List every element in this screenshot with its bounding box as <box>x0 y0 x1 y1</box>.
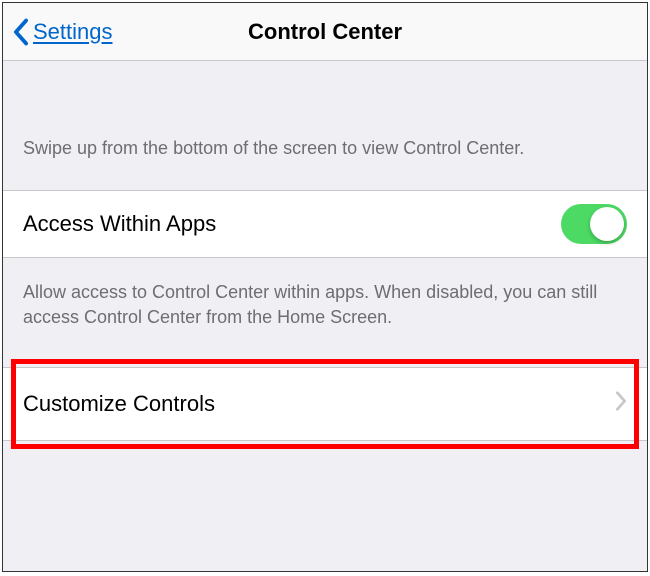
customize-controls-group: Customize Controls <box>3 367 647 441</box>
back-label: Settings <box>33 19 113 45</box>
chevron-left-icon <box>13 18 29 46</box>
section-description: Allow access to Control Center within ap… <box>3 258 647 357</box>
settings-pane: Settings Control Center Swipe up from th… <box>2 2 648 572</box>
back-button[interactable]: Settings <box>3 18 113 46</box>
nav-bar: Settings Control Center <box>3 3 647 61</box>
customize-controls-row[interactable]: Customize Controls <box>3 367 647 441</box>
access-within-apps-row: Access Within Apps <box>3 190 647 258</box>
row-label: Access Within Apps <box>23 211 216 237</box>
access-within-apps-toggle[interactable] <box>561 204 627 244</box>
row-label: Customize Controls <box>23 391 215 417</box>
section-description: Swipe up from the bottom of the screen t… <box>3 61 647 190</box>
toggle-knob <box>590 207 624 241</box>
chevron-right-icon <box>615 391 627 416</box>
